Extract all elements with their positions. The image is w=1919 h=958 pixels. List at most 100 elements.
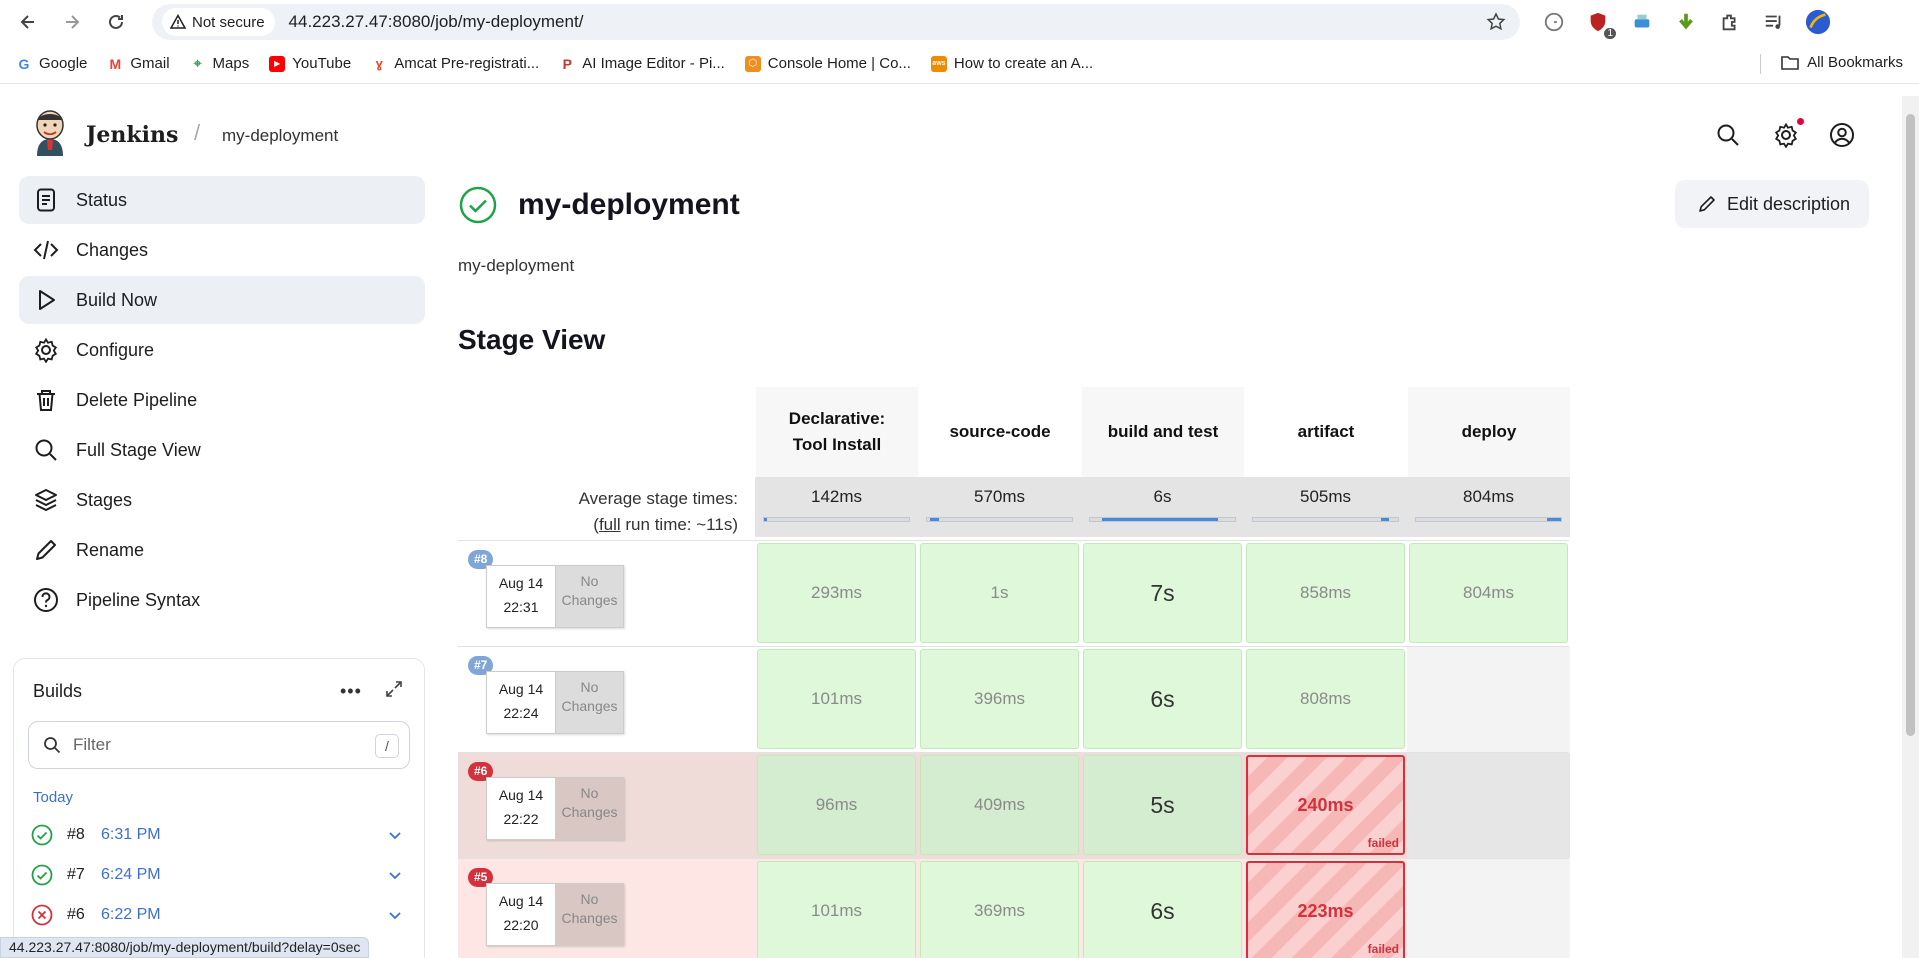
sidebar-item-pipeline-syntax[interactable]: Pipeline Syntax (19, 576, 425, 624)
average-time-bar (926, 517, 1073, 522)
sidebar-item-rename[interactable]: Rename (19, 526, 425, 574)
bookmark-console-home[interactable]: ⬡ Console Home | Co... (744, 55, 911, 72)
build-row[interactable]: #8 6:31 PM (31, 818, 411, 852)
changes-line: Changes (561, 592, 618, 608)
all-bookmarks-button[interactable]: All Bookmarks (1781, 54, 1903, 71)
chevron-down-icon[interactable] (387, 827, 403, 843)
sidebar-item-changes[interactable]: Changes (19, 226, 425, 274)
bookmark-amcat[interactable]: ɣ Amcat Pre-registrati... (371, 55, 539, 72)
avg-label-line1: Average stage times: (578, 489, 738, 508)
stage-cell-success[interactable]: 808ms (1246, 649, 1405, 749)
profile-avatar-icon[interactable] (1804, 8, 1832, 36)
page-scrollbar[interactable] (1902, 96, 1919, 958)
printer-extension-icon[interactable] (1628, 8, 1656, 36)
stage-cell-success[interactable]: 101ms (757, 649, 916, 749)
jenkins-brand[interactable]: Jenkins (86, 122, 178, 148)
download-extension-icon[interactable] (1672, 8, 1700, 36)
full-run-time-link[interactable]: full (599, 515, 621, 534)
gear-icon (32, 336, 60, 364)
chevron-down-icon[interactable] (387, 907, 403, 923)
stage-cell-success[interactable]: 101ms (757, 861, 916, 958)
build-time[interactable]: 6:24 PM (101, 866, 161, 884)
stage-duration: 396ms (973, 689, 1026, 708)
stage-cell-success[interactable]: 96ms (757, 755, 916, 855)
status-bar-url: 44.223.27.47:8080/job/my-deployment/buil… (0, 937, 370, 958)
grammarly-extension-icon[interactable] (1540, 8, 1568, 36)
status-icon (32, 186, 60, 214)
stage-cell-success[interactable]: 858ms (1246, 543, 1405, 643)
media-control-icon[interactable] (1760, 8, 1788, 36)
sidebar-item-delete-pipeline[interactable]: Delete Pipeline (19, 376, 425, 424)
run-date-box[interactable]: Aug 14 22:31 No Changes (486, 565, 624, 628)
sidebar-item-label: Configure (76, 339, 155, 360)
breadcrumb[interactable]: my-deployment (222, 126, 338, 146)
build-time[interactable]: 6:22 PM (101, 906, 161, 924)
sidebar-item-full-stage-view[interactable]: Full Stage View (19, 426, 425, 474)
stage-cell-success[interactable]: 6s (1083, 649, 1242, 749)
expand-icon[interactable] (384, 679, 404, 699)
url-text[interactable]: 44.223.27.47:8080/job/my-deployment/ (289, 12, 584, 32)
reload-button[interactable] (94, 0, 138, 44)
back-button[interactable] (6, 0, 50, 44)
build-number[interactable]: #6 (67, 906, 95, 924)
bookmark-maps[interactable]: ⌖ Maps (189, 55, 249, 72)
stage-duration: 804ms (1462, 583, 1515, 602)
stage-cell-success[interactable]: 396ms (920, 649, 1079, 749)
sidebar-item-build-now[interactable]: Build Now (19, 276, 425, 324)
jenkins-logo-icon[interactable] (32, 110, 68, 156)
puzzle-icon[interactable] (1716, 8, 1744, 36)
scrollbar-thumb[interactable] (1906, 114, 1915, 736)
build-time[interactable]: 6:31 PM (101, 826, 161, 844)
stage-duration: 858ms (1299, 583, 1352, 602)
bookmark-star-icon[interactable] (1486, 12, 1506, 32)
stage-cell-success[interactable]: 5s (1083, 755, 1242, 855)
bookmark-gmail[interactable]: M Gmail (107, 55, 170, 72)
gear-icon[interactable] (1773, 122, 1799, 148)
average-time-value: 505ms (1299, 487, 1352, 506)
stage-cell-failed[interactable]: 223ms failed (1246, 861, 1405, 958)
stage-cell-success[interactable]: 1s (920, 543, 1079, 643)
chevron-down-icon[interactable] (387, 867, 403, 883)
shield-extension-icon[interactable]: 1 (1584, 8, 1616, 39)
sidebar-item-status[interactable]: Status (19, 176, 425, 224)
reload-icon (109, 14, 123, 29)
stage-cell-success[interactable]: 6s (1083, 861, 1242, 958)
arrow-left-icon (20, 15, 34, 29)
run-date-box[interactable]: Aug 14 22:20 No Changes (486, 883, 624, 946)
sidebar-item-configure[interactable]: Configure (19, 326, 425, 374)
bookmark-how-to-create[interactable]: aws How to create an A... (930, 55, 1093, 72)
stage-cell-success[interactable]: 7s (1083, 543, 1242, 643)
stage-cell-success[interactable]: 804ms (1409, 543, 1568, 643)
changes-line: No (580, 891, 599, 907)
user-account-icon[interactable] (1829, 122, 1855, 148)
bookmark-youtube[interactable]: ▶ YouTube (269, 55, 351, 72)
sidebar-item-stages[interactable]: Stages (19, 476, 425, 524)
changes-line: No (580, 679, 599, 695)
security-chip[interactable]: Not secure (162, 8, 275, 36)
average-time-bar (1089, 517, 1236, 522)
edit-description-button[interactable]: Edit description (1675, 180, 1869, 228)
stage-duration: 1s (990, 583, 1009, 602)
forward-button[interactable] (50, 0, 94, 44)
builds-filter-input[interactable]: Filter / (28, 721, 410, 769)
stage-cell-failed[interactable]: 240ms failed (1246, 755, 1405, 855)
build-row[interactable]: #7 6:24 PM (31, 858, 411, 892)
run-date-box[interactable]: Aug 14 22:24 No Changes (486, 671, 624, 734)
build-number[interactable]: #8 (67, 826, 95, 844)
address-bar[interactable]: Not secure 44.223.27.47:8080/job/my-depl… (152, 4, 1520, 40)
stage-cell-success[interactable]: 409ms (920, 755, 1079, 855)
build-number[interactable]: #7 (67, 866, 95, 884)
bookmark-ai-image-editor[interactable]: P AI Image Editor - Pi... (559, 55, 725, 72)
stage-header-tool-install: Declarative: Tool Install (755, 387, 918, 477)
stage-cell-success[interactable]: 293ms (757, 543, 916, 643)
stage-cell-success[interactable]: 369ms (920, 861, 1079, 958)
build-row[interactable]: #6 6:22 PM (31, 898, 411, 932)
run-date-box[interactable]: Aug 14 22:22 No Changes (486, 777, 624, 840)
bookmark-google[interactable]: G Google (16, 55, 87, 72)
stage-name: Tool Install (792, 435, 882, 454)
more-options-icon[interactable]: ••• (340, 681, 362, 702)
search-icon[interactable] (1715, 122, 1741, 148)
extensions-bar: 1 (1540, 8, 1832, 39)
run-datetime: Aug 14 22:22 (487, 778, 555, 839)
jenkins-header: Jenkins / my-deployment (0, 84, 1900, 184)
